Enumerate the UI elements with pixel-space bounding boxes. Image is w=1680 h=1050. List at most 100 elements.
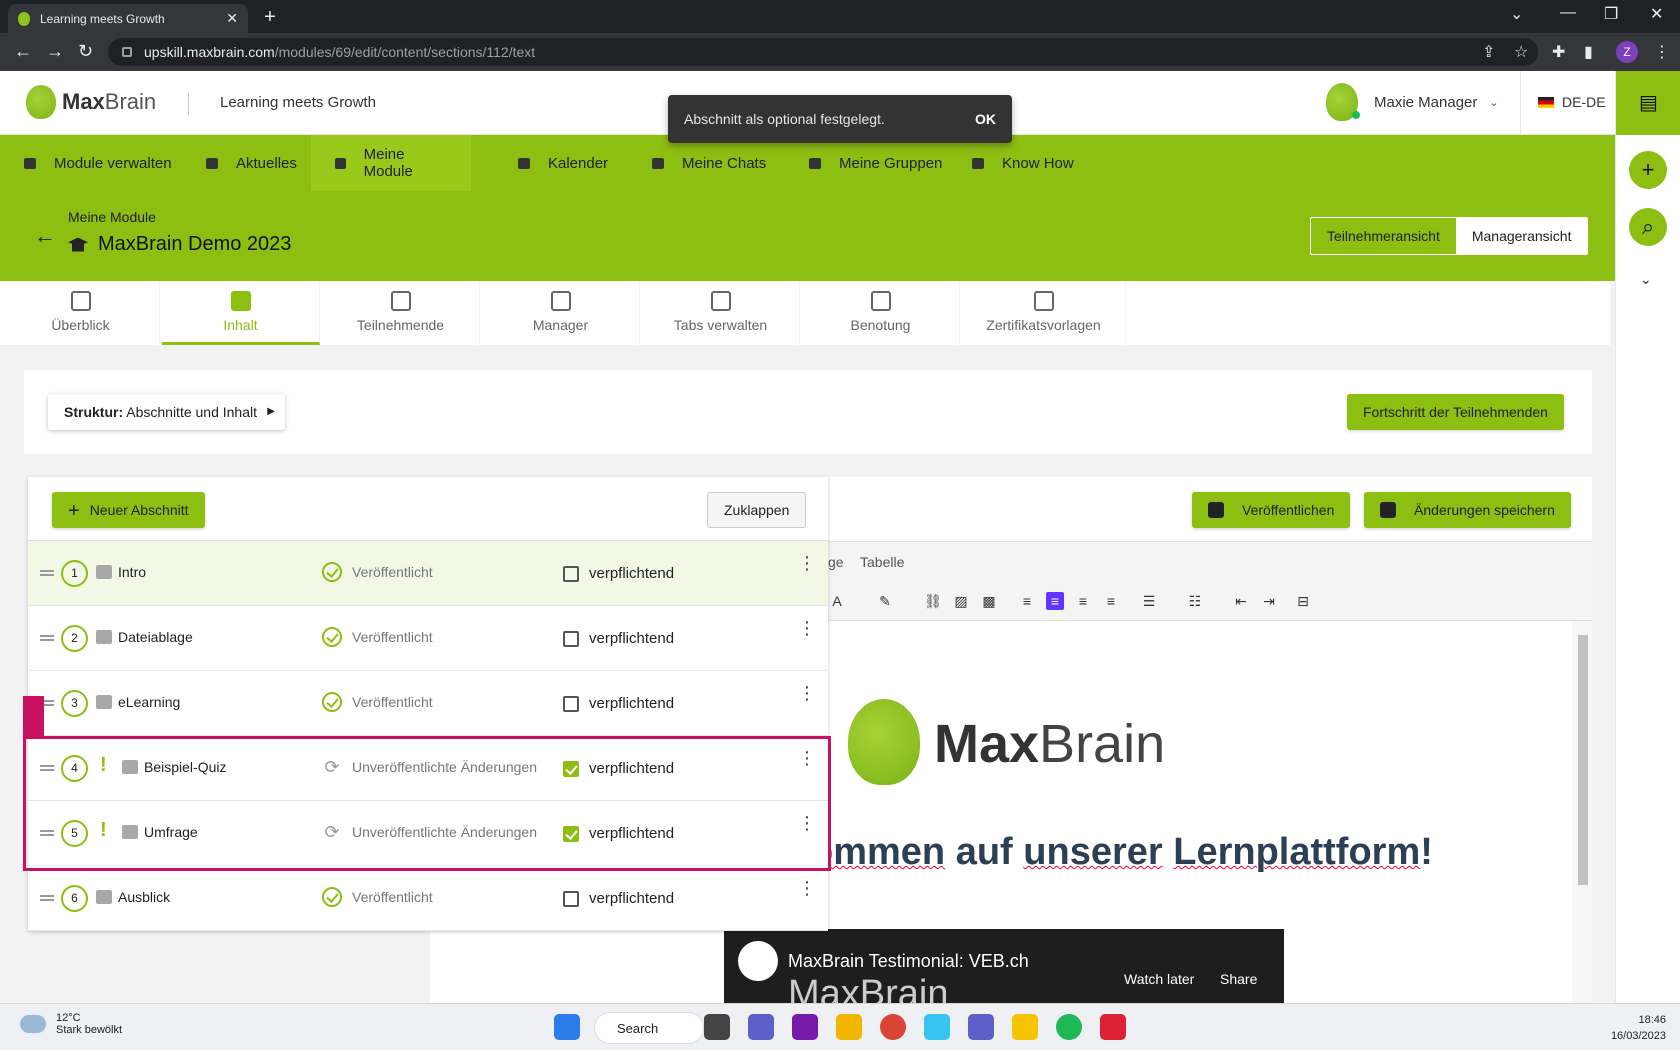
taskbar-clock[interactable]: 18:46 16/03/2023	[1600, 1012, 1666, 1044]
tab-zertifikatsvorlagen[interactable]: Zertifikatsvorlagen	[962, 281, 1126, 345]
chevron-down-icon[interactable]: ⌄	[1640, 271, 1652, 288]
mandatory-checkbox[interactable]: verpflichtend	[563, 695, 674, 712]
image-icon[interactable]: ▨	[952, 592, 970, 610]
more-vertical-icon[interactable]: ⋮	[798, 879, 816, 897]
nav-aktuelles[interactable]: Aktuelles	[182, 135, 321, 191]
taskbar-search[interactable]: Search	[594, 1012, 704, 1044]
video-embed[interactable]: MaxBrain Testimonial: VEB.ch MaxBrain Wa…	[724, 929, 1284, 1003]
minimize-icon[interactable]: —	[1560, 4, 1576, 22]
page-break-icon[interactable]: ⊟	[1294, 592, 1312, 610]
section-row[interactable]: 2 Dateiablage Veröffentlicht verpflichte…	[28, 606, 828, 671]
more-vertical-icon[interactable]: ⋮	[798, 749, 816, 767]
task-view-icon[interactable]	[704, 1014, 730, 1040]
new-section-button[interactable]: + Neuer Abschnitt	[52, 492, 205, 528]
close-tab-icon[interactable]: ✕	[226, 10, 238, 27]
teams-chat-icon[interactable]	[748, 1014, 774, 1040]
align-justify-icon[interactable]: ≡	[1102, 592, 1120, 610]
breadcrumb[interactable]: Meine Module	[68, 209, 156, 225]
scroll-thumb[interactable]	[1578, 635, 1588, 885]
participant-view-button[interactable]: Teilnehmeransicht	[1311, 218, 1456, 254]
save-changes-button[interactable]: Änderungen speichern	[1364, 492, 1571, 528]
side-panel-icon[interactable]: ▮	[1584, 42, 1593, 62]
user-menu[interactable]: Maxie Manager ⌄	[1326, 83, 1499, 121]
more-vertical-icon[interactable]: ⋮	[798, 814, 816, 832]
mandatory-checkbox[interactable]: verpflichtend	[563, 565, 674, 582]
snipping-tool-icon[interactable]	[1100, 1014, 1126, 1040]
section-row[interactable]: 5 ! Umfrage ⟳ Unveröffentlichte Änderunge…	[28, 801, 828, 866]
chrome-icon[interactable]	[880, 1014, 906, 1040]
add-icon[interactable]: +	[1629, 151, 1667, 189]
back-icon[interactable]: ←	[14, 41, 32, 62]
back-arrow-icon[interactable]: ←	[34, 223, 56, 249]
numbered-list-icon[interactable]: ☷	[1186, 592, 1204, 610]
window-close-icon[interactable]: ✕	[1650, 4, 1663, 24]
mandatory-checkbox[interactable]: verpflichtend	[563, 630, 674, 647]
edit-image-icon[interactable]: ▩	[980, 592, 998, 610]
highlight-icon[interactable]: ✎	[876, 592, 894, 610]
new-tab-icon[interactable]: +	[258, 6, 282, 30]
profile-avatar[interactable]: Z	[1616, 41, 1638, 63]
share-button[interactable]: Share	[1220, 971, 1257, 987]
tab-benotung[interactable]: Benotung	[802, 281, 960, 345]
tab-manager[interactable]: Manager	[482, 281, 640, 345]
reload-icon[interactable]: ↻	[78, 41, 93, 62]
more-vertical-icon[interactable]: ⋮	[798, 684, 816, 702]
structure-dropdown[interactable]: Struktur: Abschnitte und Inhalt ▶	[48, 394, 285, 430]
search-icon[interactable]: ⌕	[1629, 208, 1667, 246]
section-row[interactable]: 4 ! Beispiel-Quiz ⟳ Unveröffentlichte Änd…	[28, 736, 828, 801]
link-icon[interactable]: ⛓	[924, 592, 942, 610]
mandatory-checkbox[interactable]: verpflichtend	[563, 825, 674, 842]
menu-insert[interactable]: ge	[828, 554, 844, 570]
section-row[interactable]: 3 eLearning Veröffentlicht verpflichtend…	[28, 671, 828, 736]
drag-handle-icon[interactable]	[40, 570, 54, 576]
nav-meine-chats[interactable]: Meine Chats	[628, 135, 790, 191]
menu-table[interactable]: Tabelle	[860, 554, 904, 570]
watch-later-button[interactable]: Watch later	[1124, 971, 1194, 987]
slack-icon[interactable]	[924, 1014, 950, 1040]
text-color-icon[interactable]: A	[828, 592, 846, 610]
snackbar-ok-button[interactable]: OK	[975, 111, 996, 127]
tab-teilnehmende[interactable]: Teilnehmende	[322, 281, 480, 345]
onenote-icon[interactable]	[792, 1014, 818, 1040]
align-right-icon[interactable]: ≡	[1074, 592, 1092, 610]
drag-handle-icon[interactable]	[40, 635, 54, 641]
browser-tab[interactable]: Learning meets Growth ✕	[8, 4, 248, 33]
nav-meine-module[interactable]: Meine Module	[311, 135, 471, 191]
weather-widget[interactable]: 12°C Stark bewölkt	[20, 1012, 122, 1036]
extensions-icon[interactable]: ✚	[1552, 42, 1565, 62]
share-icon[interactable]: ⇪	[1482, 42, 1495, 62]
tab-inhalt[interactable]: Inhalt	[162, 281, 320, 345]
editor-scrollbar[interactable]	[1572, 621, 1592, 1003]
mandatory-checkbox[interactable]: verpflichtend	[563, 890, 674, 907]
collapse-button[interactable]: Zuklappen	[707, 492, 807, 528]
align-left-icon[interactable]: ≡	[1018, 592, 1036, 610]
participant-progress-button[interactable]: Fortschritt der Teilnehmenden	[1347, 394, 1564, 430]
manager-view-button[interactable]: Manageransicht	[1455, 218, 1588, 254]
bullet-list-icon[interactable]: ☰	[1140, 592, 1158, 610]
spotify-icon[interactable]	[1056, 1014, 1082, 1040]
indent-icon[interactable]: ⇥	[1260, 592, 1278, 610]
windows-start-icon[interactable]	[554, 1014, 580, 1040]
nav-kalender[interactable]: Kalender	[494, 135, 632, 191]
teams-icon[interactable]	[968, 1014, 994, 1040]
chat-icon[interactable]: ▤	[1616, 71, 1680, 135]
file-explorer-icon[interactable]	[836, 1014, 862, 1040]
align-center-icon[interactable]: ≡	[1046, 592, 1064, 610]
drag-handle-icon[interactable]	[40, 765, 54, 771]
tab-search-chevron-icon[interactable]: ⌄	[1510, 4, 1523, 24]
bookmark-star-icon[interactable]: ☆	[1514, 42, 1528, 62]
more-vertical-icon[interactable]: ⋮	[798, 619, 816, 637]
drag-handle-icon[interactable]	[40, 895, 54, 901]
nav-know-how[interactable]: Know How	[948, 135, 1098, 191]
section-row[interactable]: 1 Intro Veröffentlicht verpflichtend ⋮	[28, 541, 828, 606]
section-row[interactable]: 6 Ausblick Veröffentlicht verpflichtend …	[28, 866, 828, 931]
publish-button[interactable]: Veröffentlichen	[1192, 492, 1351, 528]
tab-ueberblick[interactable]: Überblick	[2, 281, 160, 345]
forward-icon[interactable]: →	[46, 41, 64, 62]
language-selector[interactable]: DE-DE	[1538, 94, 1606, 110]
miro-icon[interactable]	[1012, 1014, 1038, 1040]
mandatory-checkbox[interactable]: verpflichtend	[563, 760, 674, 777]
url-input[interactable]: upskill.maxbrain.com /modules/69/edit/co…	[108, 38, 1538, 66]
maximize-icon[interactable]: ❐	[1604, 4, 1618, 24]
outdent-icon[interactable]: ⇤	[1232, 592, 1250, 610]
